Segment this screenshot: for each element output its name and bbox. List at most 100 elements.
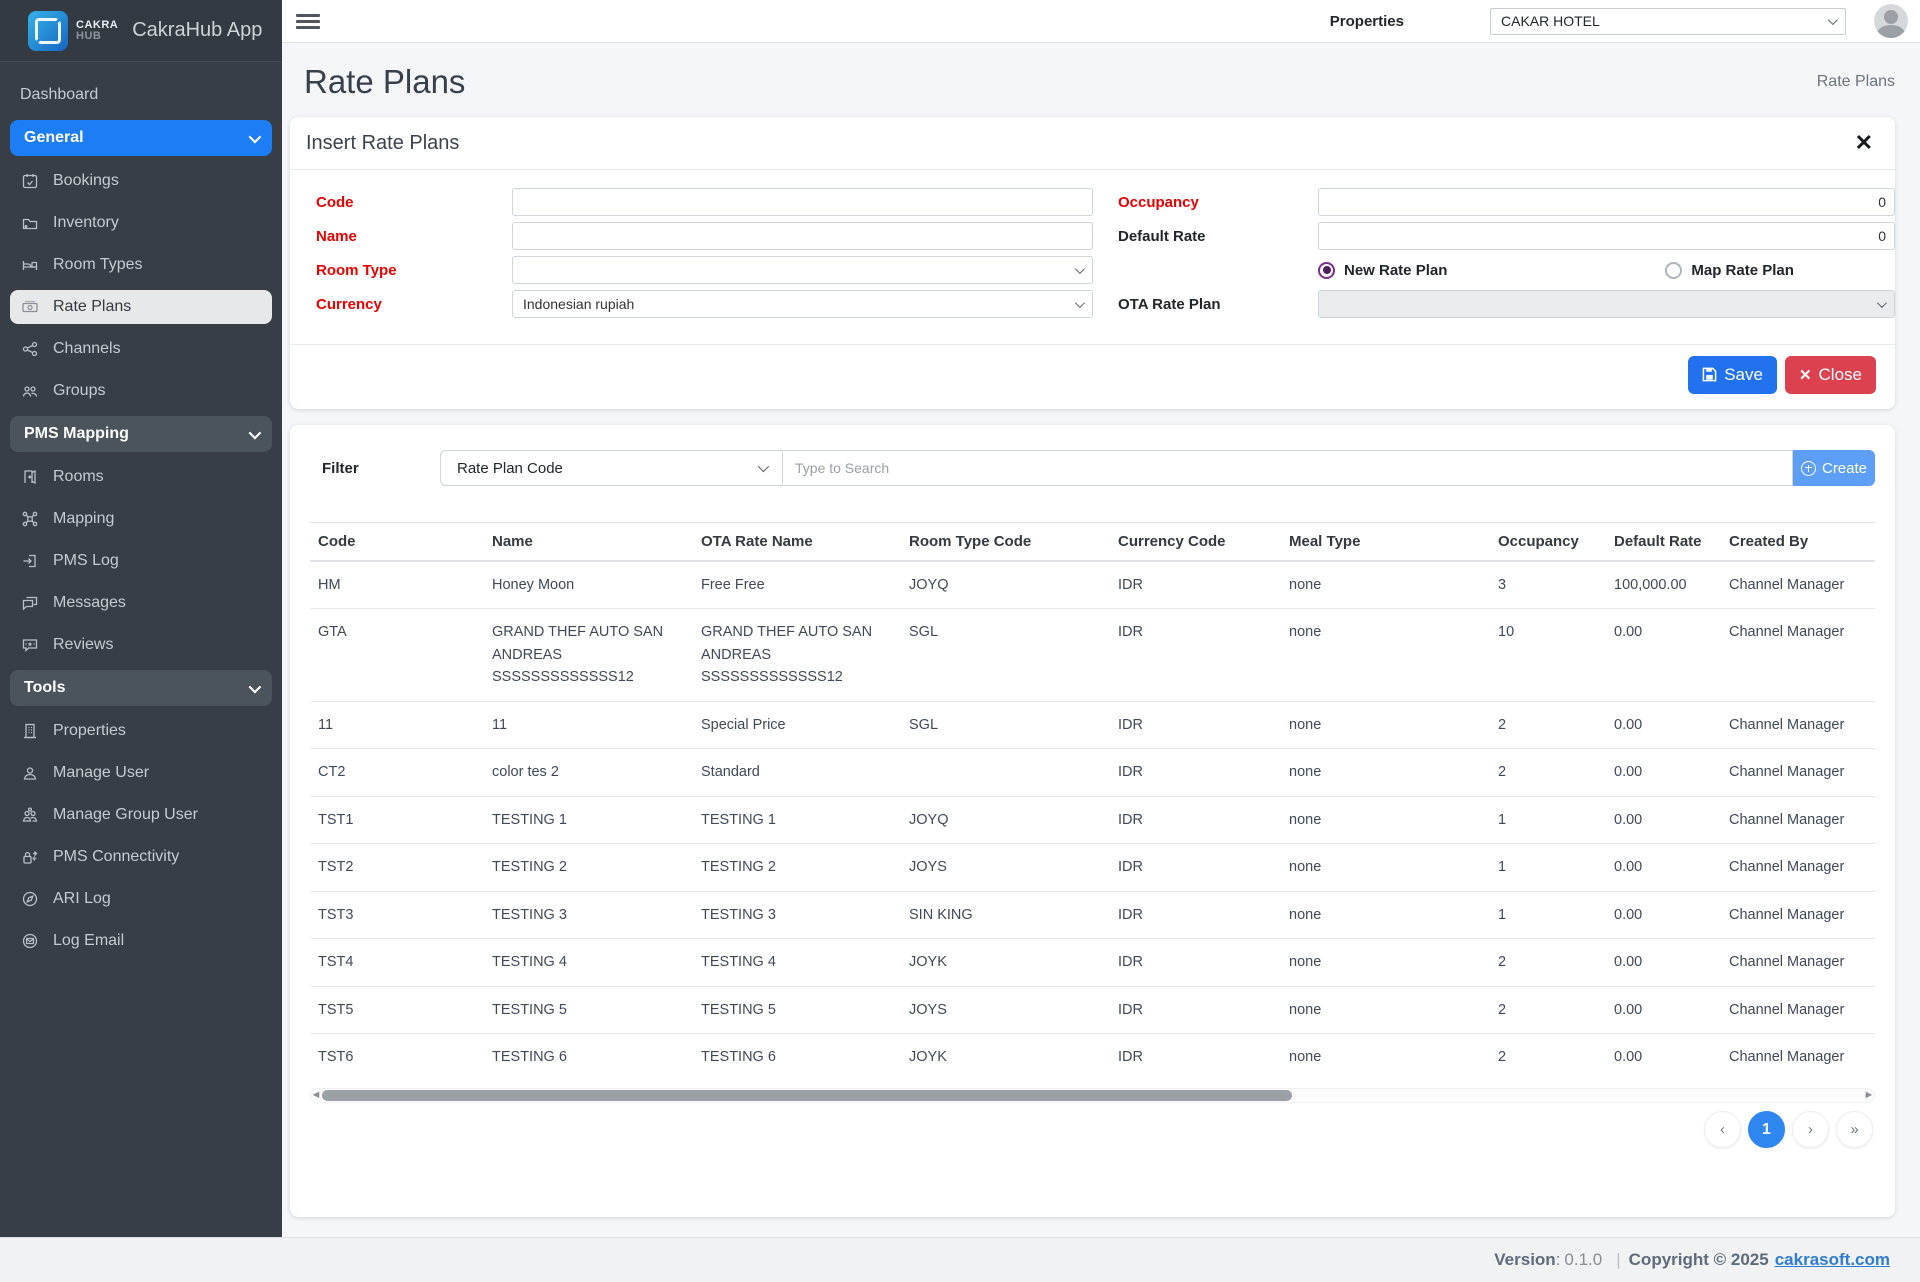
column-header-occupancy[interactable]: Occupancy <box>1490 523 1606 562</box>
pagination-page-1-button[interactable]: 1 <box>1748 1111 1785 1148</box>
scrollbar-thumb[interactable] <box>322 1090 1292 1101</box>
sidebar-item-messages[interactable]: Messages <box>10 586 272 620</box>
table-cell: JOYS <box>901 986 1110 1033</box>
table-cell: Honey Moon <box>484 561 693 609</box>
page-head: Rate Plans Rate Plans <box>290 43 1895 117</box>
table-cell: IDR <box>1110 701 1281 748</box>
ota-rate-plan-label: OTA Rate Plan <box>1118 296 1318 313</box>
table-cell: IDR <box>1110 986 1281 1033</box>
table-cell: none <box>1281 701 1490 748</box>
close-button[interactable]: ✕ Close <box>1785 356 1876 394</box>
insert-card-header: Insert Rate Plans ✕ <box>290 117 1895 170</box>
table-cell: 0.00 <box>1606 609 1721 701</box>
table-cell: IDR <box>1110 844 1281 891</box>
column-header-default-rate[interactable]: Default Rate <box>1606 523 1721 562</box>
table-row: TST1TESTING 1TESTING 1JOYQIDRnone10.00Ch… <box>310 796 1875 843</box>
pagination-next-button[interactable]: › <box>1792 1111 1829 1148</box>
hamburger-menu-icon[interactable] <box>296 11 320 31</box>
sidebar-item-mapping[interactable]: Mapping <box>10 502 272 536</box>
sidebar-item-inventory[interactable]: Inventory <box>10 206 272 240</box>
new-rate-plan-radio-label: New Rate Plan <box>1344 262 1447 279</box>
sidebar-item-dashboard[interactable]: Dashboard <box>10 78 272 112</box>
user-avatar[interactable] <box>1874 4 1908 38</box>
sidebar-section-pms-mapping[interactable]: PMS Mapping <box>10 416 272 452</box>
table-cell: IDR <box>1110 891 1281 938</box>
money-icon <box>20 297 40 317</box>
sidebar-item-bookings[interactable]: Bookings <box>10 164 272 198</box>
brand[interactable]: CAKRA HUB CakraHub App <box>0 0 282 62</box>
currency-select[interactable]: Indonesian rupiah <box>512 290 1093 318</box>
sidebar-section-general[interactable]: General <box>10 120 272 156</box>
table-header-row: Code Name OTA Rate Name Room Type Code C… <box>310 523 1875 562</box>
column-header-currency-code[interactable]: Currency Code <box>1110 523 1281 562</box>
table-cell: GRAND THEF AUTO SAN ANDREAS SSSSSSSSSSSS… <box>484 609 693 701</box>
sidebar-item-groups[interactable]: Groups <box>10 374 272 408</box>
ota-rate-plan-select[interactable] <box>1318 290 1895 318</box>
sidebar-section-tools[interactable]: Tools <box>10 670 272 706</box>
new-rate-plan-radio[interactable]: New Rate Plan <box>1318 262 1447 279</box>
table-cell: IDR <box>1110 939 1281 986</box>
sidebar-item-log-email[interactable]: Log Email <box>10 924 272 958</box>
table-row: TST2TESTING 2TESTING 2JOYSIDRnone10.00Ch… <box>310 844 1875 891</box>
occupancy-input[interactable] <box>1318 188 1895 216</box>
pagination-last-button[interactable]: » <box>1836 1111 1873 1148</box>
sidebar-item-rooms[interactable]: Rooms <box>10 460 272 494</box>
save-button[interactable]: Save <box>1688 356 1777 394</box>
close-button-label: Close <box>1819 365 1862 385</box>
sidebar-item-configurations[interactable]: Configurations <box>10 966 272 975</box>
table-cell: none <box>1281 939 1490 986</box>
table-cell: TST2 <box>310 844 484 891</box>
cakrasoft-link[interactable]: cakrasoft.com <box>1775 1250 1890 1270</box>
map-rate-plan-radio[interactable]: Map Rate Plan <box>1665 262 1794 279</box>
sidebar-item-manage-group-user[interactable]: Manage Group User <box>10 798 272 832</box>
filter-field-select-value: Rate Plan Code <box>457 460 563 477</box>
column-header-ota-rate-name[interactable]: OTA Rate Name <box>693 523 901 562</box>
table-cell: none <box>1281 749 1490 796</box>
save-button-label: Save <box>1724 365 1763 385</box>
property-select[interactable]: CAKAR HOTEL <box>1490 8 1846 35</box>
footer: Version: 0.1.0 | Copyright © 2025 cakras… <box>0 1237 1920 1282</box>
scroll-right-arrow-icon[interactable]: ► <box>1863 1089 1875 1102</box>
sidebar-item-pms-connectivity[interactable]: PMS Connectivity <box>10 840 272 874</box>
column-header-room-type-code[interactable]: Room Type Code <box>901 523 1110 562</box>
create-button[interactable]: Create <box>1793 450 1875 486</box>
search-input[interactable] <box>783 450 1793 486</box>
table-cell: TST4 <box>310 939 484 986</box>
sidebar-item-pms-log[interactable]: PMS Log <box>10 544 272 578</box>
table-cell: 0.00 <box>1606 701 1721 748</box>
sidebar-item-label: Mapping <box>53 510 114 528</box>
close-icon[interactable]: ✕ <box>1855 132 1873 154</box>
sidebar-item-manage-user[interactable]: Manage User <box>10 756 272 790</box>
sidebar-item-channels[interactable]: Channels <box>10 332 272 366</box>
sidebar-item-reviews[interactable]: Reviews <box>10 628 272 662</box>
log-in-icon <box>20 551 40 571</box>
column-header-created-by[interactable]: Created By <box>1721 523 1875 562</box>
sidebar-item-properties[interactable]: Properties <box>10 714 272 748</box>
sidebar-item-label: Groups <box>53 382 105 400</box>
column-header-code[interactable]: Code <box>310 523 484 562</box>
code-input[interactable] <box>512 188 1093 216</box>
scroll-left-arrow-icon[interactable]: ◄ <box>310 1089 322 1102</box>
table-cell: 0.00 <box>1606 891 1721 938</box>
default-rate-input[interactable] <box>1318 222 1895 250</box>
sidebar-item-room-types[interactable]: Room Types <box>10 248 272 282</box>
table-cell: 0.00 <box>1606 1034 1721 1081</box>
horizontal-scrollbar[interactable]: ◄ ► <box>310 1088 1875 1103</box>
sidebar-item-label: Log Email <box>53 932 124 950</box>
column-header-name[interactable]: Name <box>484 523 693 562</box>
sidebar-item-ari-log[interactable]: ARI Log <box>10 882 272 916</box>
config-icon <box>20 973 40 975</box>
column-header-meal-type[interactable]: Meal Type <box>1281 523 1490 562</box>
calendar-icon <box>20 171 40 191</box>
room-type-select[interactable] <box>512 256 1093 284</box>
version-label: Version <box>1494 1250 1555 1270</box>
insert-card-body: Code Name Room Type <box>290 170 1895 324</box>
sidebar-item-label: Manage User <box>53 764 149 782</box>
filter-field-select[interactable]: Rate Plan Code <box>440 450 783 486</box>
name-label: Name <box>316 228 512 245</box>
pagination-prev-button[interactable]: ‹ <box>1704 1111 1741 1148</box>
currency-label: Currency <box>316 296 512 313</box>
name-input[interactable] <box>512 222 1093 250</box>
sidebar-item-rate-plans[interactable]: Rate Plans <box>10 290 272 324</box>
table-cell: Channel Manager <box>1721 749 1875 796</box>
